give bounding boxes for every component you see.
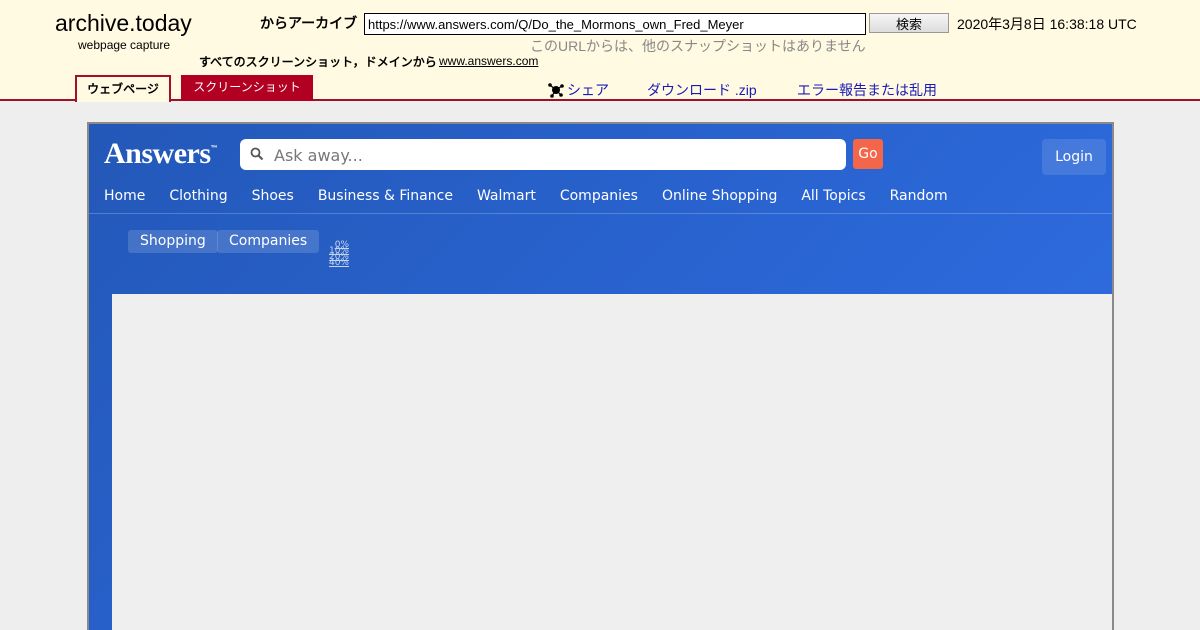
go-button[interactable]: Go	[853, 139, 883, 169]
answers-search-box[interactable]	[240, 139, 846, 170]
archive-url-input[interactable]	[364, 13, 866, 35]
archive-timestamp: 2020年3月8日 16:38:18 UTC	[957, 16, 1137, 32]
nav-item-random[interactable]: Random	[890, 188, 948, 210]
no-snapshots-text: このURLからは、他のスナップショットはありません	[530, 38, 866, 54]
topic-chip-companies[interactable]: Companies	[217, 230, 320, 253]
archive-subtitle: webpage capture	[78, 38, 171, 52]
nav-item-business-finance[interactable]: Business & Finance	[318, 188, 453, 210]
answers-logo-tm: ™	[210, 145, 218, 152]
login-button[interactable]: Login	[1042, 139, 1106, 175]
nav-item-companies[interactable]: Companies	[560, 188, 638, 210]
nav-divider	[89, 213, 1112, 214]
answers-search-input[interactable]	[274, 144, 834, 166]
archive-logo[interactable]: archive.today	[55, 10, 192, 37]
share-link[interactable]: シェア	[548, 80, 609, 100]
domain-link[interactable]: www.answers.com	[439, 54, 538, 68]
nav-item-walmart[interactable]: Walmart	[477, 188, 536, 210]
nav-item-home[interactable]: Home	[104, 188, 145, 210]
progress-labels: 0% 10% 20% 40%	[327, 241, 349, 268]
topic-chip-shopping[interactable]: Shopping	[128, 230, 218, 253]
all-screenshots-label: すべてのスクリーンショット，ドメインから	[199, 55, 437, 69]
search-icon	[250, 147, 264, 161]
download-zip-link[interactable]: ダウンロード .zip	[647, 80, 757, 100]
tab-screenshot[interactable]: スクリーンショット	[181, 75, 313, 101]
nav-item-clothing[interactable]: Clothing	[169, 188, 227, 210]
archive-header: archive.today webpage capture からアーカイブ 検索…	[0, 0, 1200, 102]
archive-from-label: からアーカイブ	[260, 15, 358, 31]
share-icon	[548, 83, 564, 98]
nav-item-online-shopping[interactable]: Online Shopping	[662, 188, 777, 210]
answers-nav: Home Clothing Shoes Business & Finance W…	[104, 188, 972, 210]
answers-logo[interactable]: Answers™	[104, 137, 217, 171]
archive-search-button[interactable]: 検索	[869, 13, 949, 33]
nav-item-all-topics[interactable]: All Topics	[801, 188, 865, 210]
nav-item-shoes[interactable]: Shoes	[252, 188, 294, 210]
content-area	[112, 294, 1112, 630]
report-abuse-link[interactable]: エラー報告または乱用	[797, 80, 937, 100]
tab-webpage[interactable]: ウェブページ	[75, 75, 171, 102]
share-label: シェア	[567, 82, 609, 98]
progress-label: 40%	[328, 258, 349, 268]
captured-page: Answers™ Go Login Home Clothing Shoes Bu…	[87, 122, 1114, 630]
answers-logo-text: Answers	[104, 137, 211, 170]
